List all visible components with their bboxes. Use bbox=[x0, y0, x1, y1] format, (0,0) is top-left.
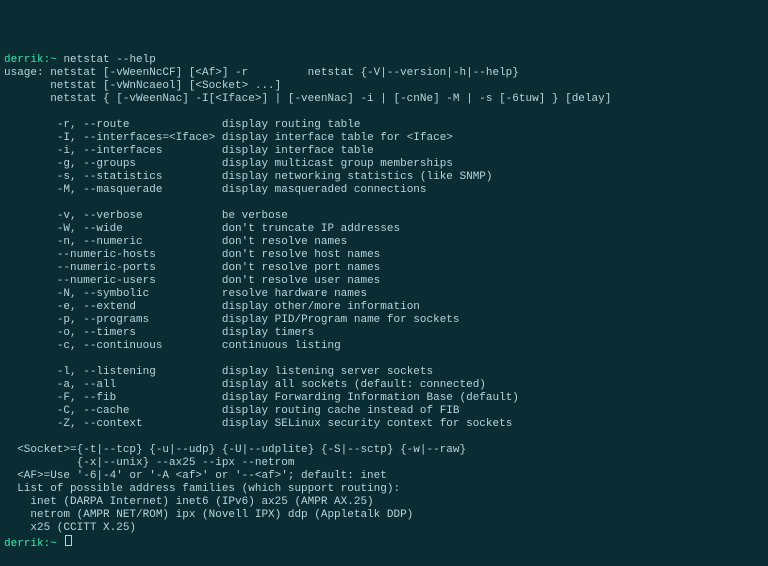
option-row: -c, --continuous continuous listing bbox=[4, 340, 341, 352]
option-row: -v, --verbose be verbose bbox=[4, 210, 288, 222]
option-row: -p, --programs display PID/Program name … bbox=[4, 314, 460, 326]
option-row: --numeric-ports don't resolve port names bbox=[4, 262, 380, 274]
usage-line-1: netstat [-vWnNcaeol] [<Socket> ...] bbox=[4, 80, 281, 92]
socket-line-1: {-x|--unix} --ax25 --ipx --netrom bbox=[4, 457, 294, 469]
option-row: -N, --symbolic resolve hardware names bbox=[4, 288, 367, 300]
option-row: -i, --interfaces display interface table bbox=[4, 145, 374, 157]
prompt-2: derrik:~ bbox=[4, 538, 57, 550]
command-input: netstat --help bbox=[63, 54, 155, 66]
option-row: -Z, --context display SELinux security c… bbox=[4, 418, 512, 430]
option-row: -M, --masquerade display masqueraded con… bbox=[4, 184, 427, 196]
option-row: -F, --fib display Forwarding Information… bbox=[4, 392, 519, 404]
option-row: -s, --statistics display networking stat… bbox=[4, 171, 493, 183]
option-row: -l, --listening display listening server… bbox=[4, 366, 433, 378]
af-line-1: List of possible address families (which… bbox=[4, 483, 400, 495]
option-row: -g, --groups display multicast group mem… bbox=[4, 158, 453, 170]
option-row: -a, --all display all sockets (default: … bbox=[4, 379, 486, 391]
option-row: -o, --timers display timers bbox=[4, 327, 314, 339]
cursor[interactable] bbox=[65, 535, 72, 546]
option-row: --numeric-hosts don't resolve host names bbox=[4, 249, 380, 261]
option-row: -C, --cache display routing cache instea… bbox=[4, 405, 460, 417]
socket-line-0: <Socket>={-t|--tcp} {-u|--udp} {-U|--udp… bbox=[4, 444, 466, 456]
af-line-2: inet (DARPA Internet) inet6 (IPv6) ax25 … bbox=[4, 496, 374, 508]
af-line-0: <AF>=Use '-6|-4' or '-A <af>' or '--<af>… bbox=[4, 470, 387, 482]
option-row: -r, --route display routing table bbox=[4, 119, 360, 131]
option-row: --numeric-users don't resolve user names bbox=[4, 275, 380, 287]
af-line-3: netrom (AMPR NET/ROM) ipx (Novell IPX) d… bbox=[4, 509, 413, 521]
option-row: -e, --extend display other/more informat… bbox=[4, 301, 420, 313]
option-row: -n, --numeric don't resolve names bbox=[4, 236, 347, 248]
prompt-1: derrik:~ bbox=[4, 54, 57, 66]
af-line-4: x25 (CCITT X.25) bbox=[4, 522, 136, 534]
usage-line-2: netstat { [-vWeenNac] -I[<Iface>] | [-ve… bbox=[4, 93, 611, 105]
usage-line-0: usage: netstat [-vWeenNcCF] [<Af>] -r ne… bbox=[4, 67, 519, 79]
option-row: -I, --interfaces=<Iface> display interfa… bbox=[4, 132, 453, 144]
option-row: -W, --wide don't truncate IP addresses bbox=[4, 223, 400, 235]
